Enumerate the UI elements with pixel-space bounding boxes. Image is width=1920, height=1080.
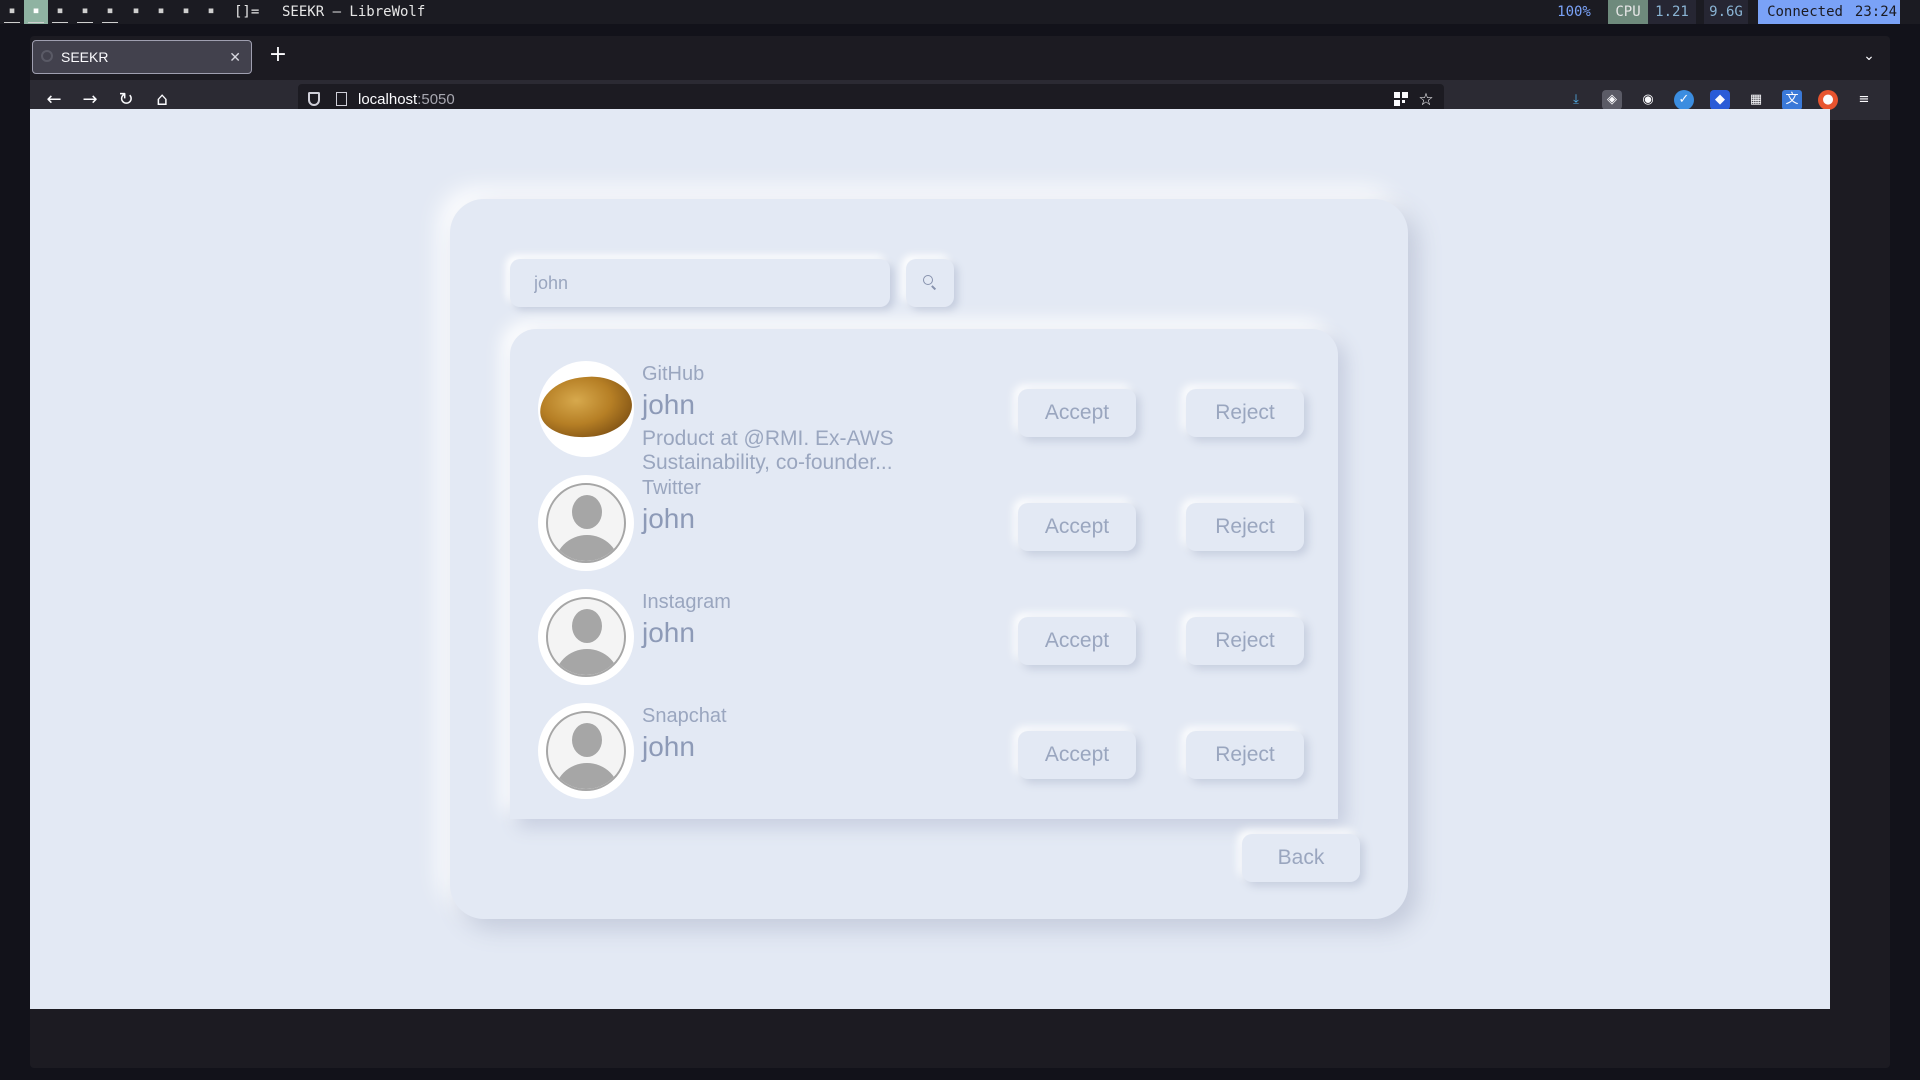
workspace-3[interactable]: ▪ <box>48 0 72 24</box>
accept-button[interactable]: Accept <box>1018 617 1136 665</box>
reject-button[interactable]: Reject <box>1186 503 1304 551</box>
layout-indicator: []= <box>234 4 260 20</box>
accept-button[interactable]: Accept <box>1018 389 1136 437</box>
workspace-8[interactable]: ▪ <box>174 0 198 24</box>
network-status: Connected <box>1758 0 1852 24</box>
avatar-photo <box>538 361 634 457</box>
window-title: SEEKR — LibreWolf <box>282 4 426 20</box>
default-user-icon <box>546 483 626 563</box>
browser-tab[interactable]: SEEKR ✕ <box>32 40 252 74</box>
platform-name: GitHub <box>642 363 705 385</box>
workspace-7[interactable]: ▪ <box>149 0 173 24</box>
result-row-twitter: Twitter john Accept Reject <box>510 473 1338 573</box>
bitwarden-icon[interactable]: ◆ <box>1710 90 1730 110</box>
ublock-shield-icon[interactable]: ◈ <box>1602 90 1622 110</box>
workspace-2[interactable]: ▪ <box>24 0 48 24</box>
privacy-badger-icon[interactable]: ◉ <box>1638 90 1658 110</box>
search-button[interactable] <box>906 259 954 307</box>
username: john <box>642 617 695 648</box>
profile-description: Product at @RMI. Ex-AWS Sustainability, … <box>642 427 894 474</box>
zoom-indicator: 100% <box>1557 4 1591 20</box>
workspace-1[interactable]: ▪ <box>0 0 24 24</box>
reject-button[interactable]: Reject <box>1186 389 1304 437</box>
duckduckgo-icon[interactable]: ● <box>1818 90 1838 110</box>
workspace-6[interactable]: ▪ <box>124 0 148 24</box>
avatar <box>538 589 634 685</box>
search-input[interactable] <box>510 259 890 307</box>
accept-button[interactable]: Accept <box>1018 503 1136 551</box>
username: john <box>642 389 695 420</box>
back-button[interactable]: Back <box>1242 834 1360 882</box>
memory-usage: 9.6G <box>1704 0 1748 24</box>
username: john <box>642 503 695 534</box>
results-list[interactable]: GitHub john Product at @RMI. Ex-AWS Sust… <box>510 329 1338 819</box>
tab-favicon-icon <box>41 50 53 62</box>
translate-icon[interactable]: 文 <box>1782 90 1802 110</box>
tab-title: SEEKR <box>61 49 109 65</box>
platform-name: Twitter <box>642 477 701 499</box>
reject-button[interactable]: Reject <box>1186 617 1304 665</box>
avatar <box>538 703 634 799</box>
tab-close-icon[interactable]: ✕ <box>229 41 241 73</box>
username: john <box>642 731 695 762</box>
reject-button[interactable]: Reject <box>1186 731 1304 779</box>
result-row-instagram: Instagram john Accept Reject <box>510 587 1338 687</box>
clock: 23:24 <box>1852 0 1900 24</box>
system-bar: ▪ ▪ ▪ ▪ ▪ ▪ ▪ ▪ ▪ []= SEEKR — LibreWolf … <box>0 0 1920 24</box>
extensions-grid-icon[interactable]: ▦ <box>1746 90 1766 110</box>
avatar <box>538 475 634 571</box>
list-all-tabs-chevron-icon[interactable]: ⌄ <box>1854 40 1884 72</box>
default-user-icon <box>546 711 626 791</box>
platform-name: Instagram <box>642 591 731 613</box>
result-row-github: GitHub john Product at @RMI. Ex-AWS Sust… <box>510 359 1338 474</box>
tracking-protection-shield-icon[interactable] <box>308 92 320 106</box>
default-user-icon <box>546 597 626 677</box>
new-tab-button[interactable]: + <box>262 40 294 72</box>
accept-button[interactable]: Accept <box>1018 731 1136 779</box>
cpu-label: CPU <box>1608 0 1648 24</box>
downloads-icon[interactable]: ⤓ <box>1566 90 1586 110</box>
workspace-5[interactable]: ▪ <box>98 0 122 24</box>
potato-photo <box>538 373 634 441</box>
compass-extension-icon[interactable]: ✓ <box>1674 90 1694 110</box>
result-row-snapchat: Snapchat john Accept Reject <box>510 701 1338 801</box>
page-viewport: GitHub john Product at @RMI. Ex-AWS Sust… <box>30 109 1830 1009</box>
workspace-9[interactable]: ▪ <box>199 0 223 24</box>
workspace-4[interactable]: ▪ <box>73 0 97 24</box>
main-card: GitHub john Product at @RMI. Ex-AWS Sust… <box>450 199 1408 919</box>
app-menu-icon[interactable]: ≡ <box>1854 90 1874 110</box>
search-icon <box>923 275 933 285</box>
platform-name: Snapchat <box>642 705 727 727</box>
qr-code-icon[interactable] <box>1394 92 1408 106</box>
page-info-icon[interactable] <box>336 92 347 106</box>
cpu-load: 1.21 <box>1648 0 1696 24</box>
